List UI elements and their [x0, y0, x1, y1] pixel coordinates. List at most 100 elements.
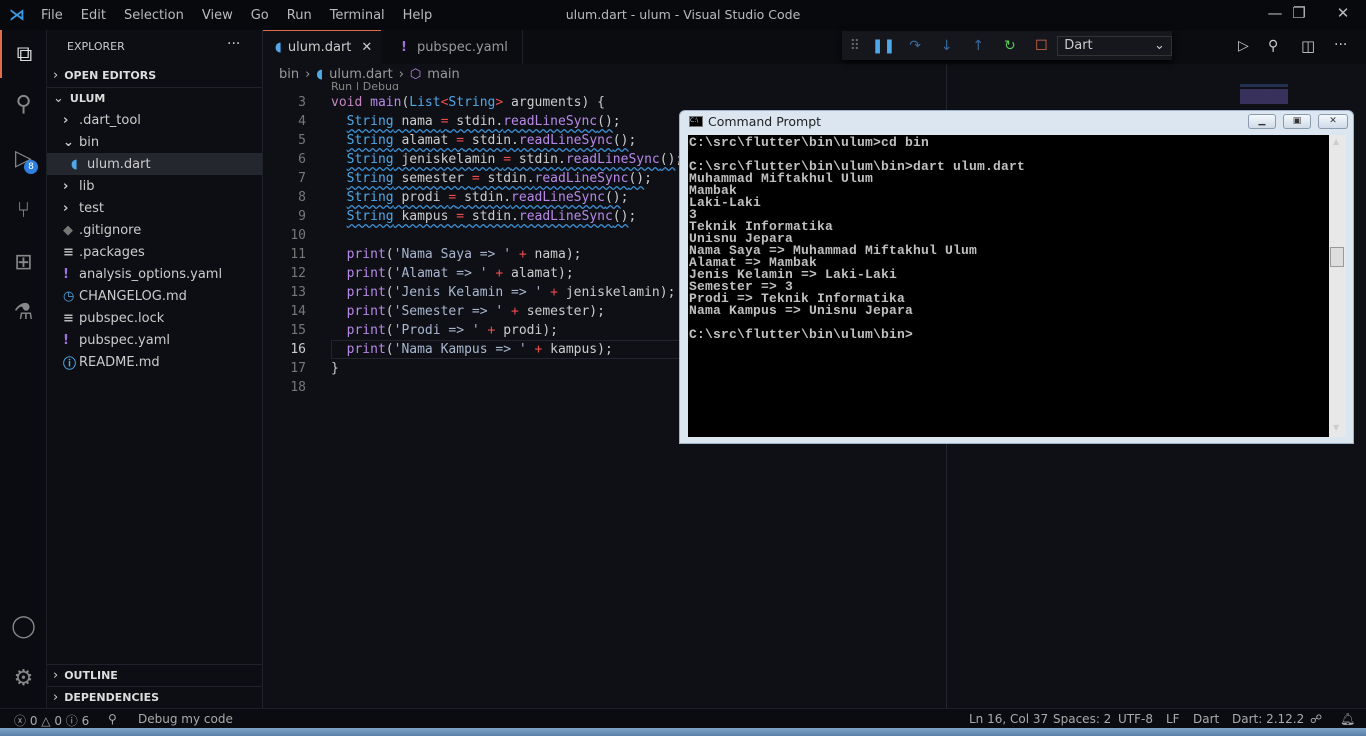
restore-button[interactable]: ❐ — [1276, 4, 1322, 22]
more-actions-icon[interactable]: ··· — [1334, 37, 1347, 53]
cmd-maximize-button[interactable]: ▣ — [1283, 114, 1311, 129]
step-over-icon[interactable]: ↷ — [899, 38, 931, 54]
drag-handle-icon[interactable]: ⠿ — [842, 38, 868, 54]
cmd-scrollbar[interactable]: ▲ ▼ — [1329, 135, 1346, 437]
debug-toolbar: ⠿ ❚❚ ↷ ↓ ↑ ↻ ☐ Dart ⌄ — [842, 31, 1172, 60]
dart-sdk-version[interactable]: Dart: 2.12.2 — [1232, 712, 1304, 726]
code-line[interactable]: print('Semester => ' + semester); — [331, 302, 605, 321]
step-out-icon[interactable]: ↑ — [962, 38, 994, 54]
extensions-icon[interactable]: ⊞ — [0, 238, 47, 286]
debug-config-select[interactable]: Dart ⌄ — [1057, 35, 1172, 56]
more-actions-button[interactable]: ··· — [227, 36, 240, 52]
line-number: 8 — [298, 190, 306, 205]
code-line[interactable]: String kampus = stdin.readLineSync(); — [331, 207, 637, 226]
code-line[interactable]: print('Prodi => ' + prodi); — [331, 321, 558, 340]
menu-view[interactable]: View — [193, 8, 242, 23]
tree-item[interactable]: › test — [47, 197, 262, 219]
close-window-button[interactable]: ✕ — [1320, 4, 1366, 22]
tree-item[interactable]: ◷ CHANGELOG.md — [47, 285, 262, 307]
tree-item[interactable]: ≡ pubspec.lock — [47, 307, 262, 329]
menu-file[interactable]: File — [32, 8, 72, 23]
language-mode[interactable]: Dart — [1193, 712, 1219, 726]
tree-item[interactable]: › .dart_tool — [47, 109, 262, 131]
indentation[interactable]: Spaces: 2 — [1053, 712, 1111, 726]
tree-item[interactable]: › lib — [47, 175, 262, 197]
explorer-icon[interactable]: ⧉ — [0, 30, 47, 78]
tree-item[interactable]: ! analysis_options.yaml — [47, 263, 262, 285]
breadcrumb-bin[interactable]: bin — [279, 67, 299, 82]
cursor-position[interactable]: Ln 16, Col 37 — [969, 712, 1048, 726]
line-number: 13 — [290, 285, 306, 300]
testing-icon[interactable]: ⚗ — [0, 288, 47, 336]
code-token: = — [456, 133, 465, 148]
settings-gear-icon[interactable]: ⚙ — [0, 654, 47, 702]
code-line[interactable]: void main(List<String> arguments) { — [331, 93, 605, 112]
outline-section[interactable]: › OUTLINE — [47, 664, 262, 686]
breadcrumb-main[interactable]: main — [427, 67, 459, 82]
code-line[interactable]: } — [331, 359, 339, 378]
feedback-icon[interactable]: ☍ — [1310, 712, 1322, 726]
code-line[interactable]: print('Nama Saya => ' + nama); — [331, 245, 582, 264]
split-editor-icon[interactable]: ◫ — [1301, 37, 1315, 55]
encoding[interactable]: UTF-8 — [1118, 712, 1153, 726]
code-line[interactable]: print('Jenis Kelamin => ' + jeniskelamin… — [331, 283, 676, 302]
lines-icon: ≡ — [63, 244, 74, 260]
tree-item[interactable]: ! pubspec.yaml — [47, 329, 262, 351]
tab-ulum-dart[interactable]: ◖ ulum.dart ✕ — [263, 30, 381, 64]
cmd-minimize-button[interactable]: ▁ — [1248, 114, 1276, 129]
tree-item[interactable]: ⓘ README.md — [47, 351, 262, 373]
menu-help[interactable]: Help — [394, 8, 442, 23]
menu-terminal[interactable]: Terminal — [321, 8, 394, 23]
code-token: String — [346, 171, 394, 186]
source-control-icon[interactable]: ⑂ — [0, 186, 47, 234]
problems-indicator[interactable]: ⓧ 0 △ 0 ⓘ 6 — [14, 712, 89, 729]
menu-selection[interactable]: Selection — [115, 8, 193, 23]
cmd-icon: C:\ — [689, 116, 703, 127]
run-icon[interactable]: ▷ — [1238, 38, 1249, 54]
code-line[interactable]: String semester = stdin.readLineSync(); — [331, 169, 652, 188]
code-line[interactable]: print('Nama Kampus => ' + kampus); — [331, 340, 613, 359]
dependencies-section[interactable]: › DEPENDENCIES — [47, 686, 262, 708]
scroll-thumb[interactable] — [1330, 247, 1344, 267]
code-token: ( — [385, 247, 394, 262]
debug-run-icon[interactable]: ⚲ — [1268, 38, 1278, 54]
minimap[interactable] — [1240, 84, 1288, 104]
debug-config-status[interactable]: Debug my code — [138, 712, 233, 726]
code-token: alamat — [393, 133, 457, 148]
folder-ulum[interactable]: ⌄ ULUM — [47, 87, 262, 109]
tree-item[interactable]: ◆ .gitignore — [47, 219, 262, 241]
notifications-icon[interactable]: 🔔︎ — [1340, 712, 1355, 726]
codelens-run-debug[interactable]: Run | Debug — [331, 80, 399, 90]
yaml-icon: ! — [63, 332, 69, 348]
command-prompt-window[interactable]: C:\ Command Prompt ▁ ▣ ✕ C:\src\flutter\… — [679, 110, 1354, 444]
step-into-icon[interactable]: ↓ — [931, 38, 963, 54]
code-line[interactable]: String nama = stdin.readLineSync(); — [331, 112, 621, 131]
restart-icon[interactable]: ↻ — [994, 38, 1026, 54]
code-line[interactable]: String jeniskelamin = stdin.readLineSync… — [331, 150, 684, 169]
code-line[interactable]: print('Alamat => ' + alamat); — [331, 264, 574, 283]
tab-pubspec-yaml[interactable]: ! pubspec.yaml — [381, 30, 523, 64]
tree-item[interactable]: ⌄ bin — [47, 131, 262, 153]
code-token: ; — [628, 209, 637, 224]
search-icon[interactable]: ⚲ — [0, 80, 47, 128]
close-tab-icon[interactable]: ✕ — [361, 40, 372, 55]
tree-item[interactable]: ≡ .packages — [47, 241, 262, 263]
cmd-close-button[interactable]: ✕ — [1318, 114, 1348, 129]
code-line[interactable]: String prodi = stdin.readLineSync(); — [331, 188, 629, 207]
menu-go[interactable]: Go — [242, 8, 278, 23]
tree-item[interactable]: ◖ ulum.dart — [47, 153, 262, 175]
stop-icon[interactable]: ☐ — [1026, 38, 1058, 54]
pause-icon[interactable]: ❚❚ — [868, 38, 900, 54]
run-debug-icon[interactable]: ▷ 8 — [0, 134, 47, 182]
account-icon[interactable]: ◯ — [0, 602, 47, 650]
console-output[interactable]: C:\src\flutter\bin\ulum>cd bin C:\src\fl… — [688, 135, 1329, 437]
menu-edit[interactable]: Edit — [72, 8, 115, 23]
code-line[interactable]: String alamat = stdin.readLineSync(); — [331, 131, 637, 150]
open-editors-section[interactable]: › OPEN EDITORS — [47, 64, 262, 86]
tree-item-label: pubspec.lock — [79, 310, 165, 326]
menu-run[interactable]: Run — [278, 8, 321, 23]
eol[interactable]: LF — [1166, 712, 1180, 726]
